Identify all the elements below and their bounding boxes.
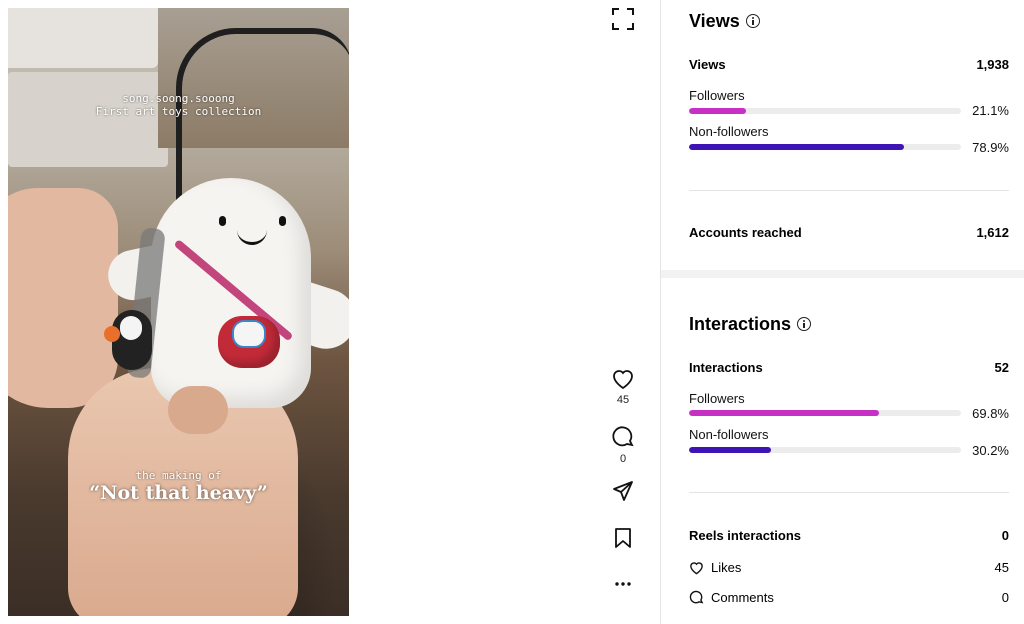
comments-row: Comments 0 — [689, 590, 1009, 605]
video-caption-line1: song.soong.sooong — [122, 92, 235, 105]
info-icon[interactable] — [797, 316, 812, 331]
interactions-heading: Interactions — [689, 314, 812, 335]
views-followers-bar-fill — [689, 108, 747, 114]
video-caption-making: the making of — [135, 469, 222, 482]
views-nonfollowers-label: Non-followers — [689, 124, 769, 139]
video-caption-line2: First art toys collection — [95, 105, 262, 118]
like-button[interactable]: 45 — [608, 368, 638, 406]
accounts-reached-row: Accounts reached 1,612 — [689, 225, 1009, 240]
interactions-followers-label: Followers — [689, 391, 745, 406]
interactions-nonfollowers-bar — [689, 447, 961, 453]
likes-value: 45 — [994, 560, 1009, 575]
interactions-followers-bar — [689, 410, 961, 416]
accounts-reached-value: 1,612 — [976, 225, 1009, 240]
video-thumb — [168, 386, 228, 434]
reel-video[interactable]: song.soong.sooong First art toys collect… — [8, 8, 349, 616]
comment-icon — [612, 426, 634, 447]
views-nonfollowers-pct: 78.9% — [972, 140, 1009, 155]
heart-icon — [613, 370, 633, 390]
section-separator — [661, 270, 1024, 278]
interactions-nonfollowers-bar-fill — [689, 447, 772, 453]
comments-label: Comments — [711, 590, 774, 605]
likes-row: Likes 45 — [689, 560, 1009, 575]
views-nonfollowers-bar — [689, 144, 961, 150]
reels-interactions-label: Reels interactions — [689, 528, 801, 543]
views-nonfollowers-bar-fill — [689, 144, 904, 150]
share-button[interactable] — [608, 480, 638, 502]
save-button[interactable] — [608, 527, 638, 549]
accounts-reached-label: Accounts reached — [689, 225, 802, 240]
video-left-hand — [8, 188, 118, 408]
video-background-drawer — [8, 72, 168, 167]
interactions-nonfollowers-pct: 30.2% — [972, 443, 1009, 458]
comment-count: 0 — [619, 453, 627, 465]
interactions-followers-pct: 69.8% — [972, 406, 1009, 421]
info-icon[interactable] — [745, 13, 760, 28]
comments-value: 0 — [1001, 590, 1009, 605]
views-total-value: 1,938 — [976, 57, 1009, 72]
reels-interactions-value: 0 — [1001, 528, 1009, 543]
views-followers-label: Followers — [689, 88, 745, 103]
interactions-divider — [689, 492, 1009, 493]
views-followers-pct: 21.1% — [972, 103, 1009, 118]
interactions-followers-bar-fill — [689, 410, 879, 416]
views-followers-bar — [689, 108, 961, 114]
ghost-art-toy — [103, 178, 349, 413]
interactions-total-label: Interactions — [689, 360, 763, 375]
interactions-total-value: 52 — [994, 360, 1009, 375]
share-icon — [613, 481, 633, 501]
views-total-row: Views 1,938 — [689, 57, 1009, 72]
bookmark-icon — [615, 528, 631, 548]
interactions-nonfollowers-label: Non-followers — [689, 427, 769, 442]
heart-icon — [690, 561, 703, 574]
views-total-label: Views — [689, 57, 726, 72]
video-caption-title: “Not that heavy” — [89, 482, 268, 504]
fullscreen-button[interactable] — [612, 8, 634, 30]
like-count: 45 — [616, 394, 630, 406]
video-background-shelf — [8, 8, 158, 68]
views-heading: Views — [689, 11, 760, 32]
views-divider — [689, 190, 1009, 191]
more-options-button[interactable] — [608, 574, 638, 594]
likes-label: Likes — [711, 560, 742, 575]
insights-panel: Views Views 1,938 Followers 21.1% Non-fo… — [661, 0, 1024, 624]
comment-icon — [689, 590, 704, 604]
comment-button[interactable]: 0 — [608, 425, 638, 465]
video-caption-top: song.soong.sooong First art toys collect… — [8, 92, 349, 118]
reels-interactions-row: Reels interactions 0 — [689, 528, 1009, 543]
fullscreen-icon — [612, 8, 634, 30]
interactions-total-row: Interactions 52 — [689, 360, 1009, 375]
more-icon — [615, 582, 631, 586]
